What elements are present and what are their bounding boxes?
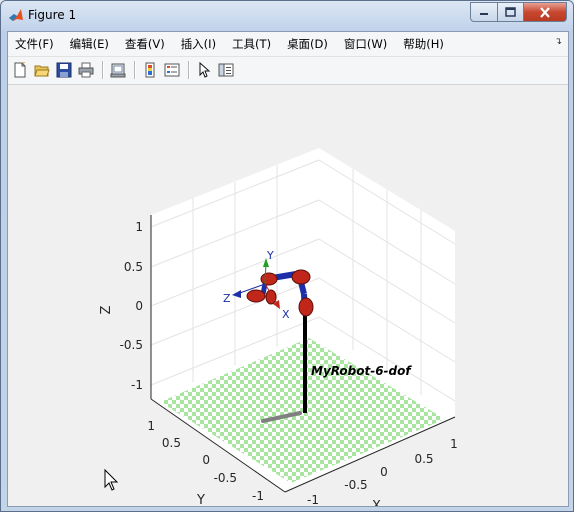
figure-toolbar xyxy=(8,57,568,85)
minimize-button[interactable] xyxy=(470,2,498,22)
minimize-icon xyxy=(480,13,488,15)
z-tick: 0 xyxy=(135,299,143,313)
z-axis-ticks: 1 0.5 0 -0.5 -1 xyxy=(120,220,143,392)
menu-view[interactable]: 查看(V) xyxy=(117,36,173,52)
y-tick: 0 xyxy=(202,453,210,467)
menu-file[interactable]: 文件(F) xyxy=(8,36,62,52)
z-tick: -0.5 xyxy=(120,338,143,352)
frame-label-z: Z xyxy=(223,292,231,305)
close-icon xyxy=(540,6,550,18)
menu-window[interactable]: 窗口(W) xyxy=(336,36,395,52)
x-tick: 1 xyxy=(450,437,458,451)
matlab-logo-icon xyxy=(9,9,23,21)
x-tick: -1 xyxy=(307,493,319,506)
dock-arrow-icon[interactable]: ↴ xyxy=(554,37,562,47)
menu-tools[interactable]: 工具(T) xyxy=(224,36,279,52)
robot-joint xyxy=(265,289,277,305)
y-tick: 1 xyxy=(147,419,155,433)
frame-label-y: Y xyxy=(266,249,274,262)
robot-joint xyxy=(298,297,314,317)
y-axis-label: Y xyxy=(196,493,205,506)
mouse-cursor-icon xyxy=(104,468,119,491)
figure-window: Figure 1 文件(F) 编辑(E) 查看(V) 插入(I) 工具(T) 桌… xyxy=(0,0,574,512)
menu-edit[interactable]: 编辑(E) xyxy=(62,36,117,52)
menu-help[interactable]: 帮助(H) xyxy=(395,36,452,52)
maximize-button[interactable] xyxy=(498,2,524,22)
y-tick: -1 xyxy=(252,489,264,503)
save-icon[interactable] xyxy=(54,60,74,80)
menu-desktop[interactable]: 桌面(D) xyxy=(279,36,336,52)
robot-name-label: MyRobot-6-dof xyxy=(311,364,412,378)
y-tick: 0.5 xyxy=(162,436,181,450)
new-figure-icon[interactable] xyxy=(10,60,30,80)
property-inspector-icon[interactable] xyxy=(216,60,236,80)
frame-label-x: X xyxy=(282,308,290,321)
x-axis-label: X xyxy=(372,499,381,506)
robot-joint xyxy=(291,269,311,285)
link-plot-icon[interactable] xyxy=(108,60,128,80)
menu-bar: 文件(F) 编辑(E) 查看(V) 插入(I) 工具(T) 桌面(D) 窗口(W… xyxy=(8,32,568,57)
window-title: Figure 1 xyxy=(28,8,77,22)
figure-client-area: 文件(F) 编辑(E) 查看(V) 插入(I) 工具(T) 桌面(D) 窗口(W… xyxy=(7,31,569,511)
z-tick: 1 xyxy=(135,220,143,234)
open-file-icon[interactable] xyxy=(32,60,52,80)
edit-plot-icon[interactable] xyxy=(194,60,214,80)
figure-canvas[interactable]: Y Z X MyRobot-6-dof 1 0.5 0 -0.5 -1 Z 1 … xyxy=(8,85,568,511)
y-tick: -0.5 xyxy=(214,471,237,485)
robot-3d-plot[interactable]: Y Z X MyRobot-6-dof 1 0.5 0 -0.5 -1 Z 1 … xyxy=(8,85,568,511)
z-axis-label: Z xyxy=(99,305,114,314)
insert-colorbar-icon[interactable] xyxy=(140,60,160,80)
menu-insert[interactable]: 插入(I) xyxy=(173,36,224,52)
close-button[interactable] xyxy=(524,2,567,22)
print-icon[interactable] xyxy=(76,60,96,80)
insert-legend-icon[interactable] xyxy=(162,60,182,80)
x-tick: -0.5 xyxy=(344,478,367,492)
x-tick: 0.5 xyxy=(414,452,433,466)
robot-joint xyxy=(260,272,278,286)
title-bar[interactable]: Figure 1 xyxy=(1,1,573,31)
x-tick: 0 xyxy=(380,465,388,479)
maximize-icon xyxy=(505,7,516,17)
z-tick: -1 xyxy=(131,378,143,392)
robot-joint xyxy=(246,289,266,303)
z-tick: 0.5 xyxy=(124,260,143,274)
